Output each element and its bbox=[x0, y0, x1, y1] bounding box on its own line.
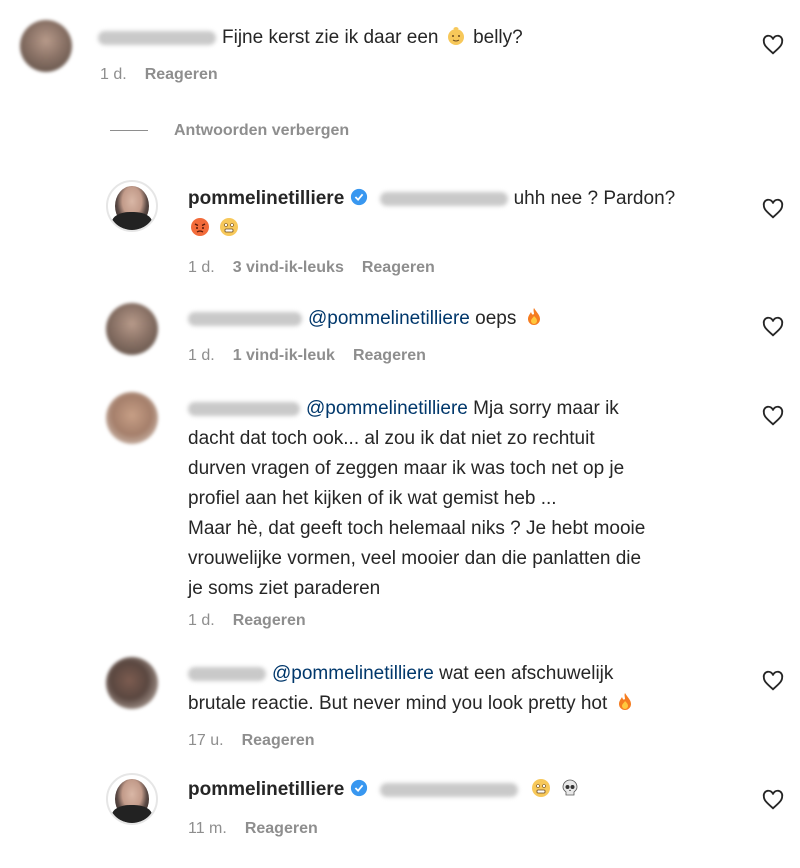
comment-text-line-2: dacht dat toch ook... al zou ik dat niet… bbox=[188, 428, 595, 449]
mention-link[interactable]: @pommelinetilliere bbox=[272, 663, 434, 684]
heart-outline-icon[interactable] bbox=[762, 198, 784, 220]
grimace-face-emoji-icon bbox=[531, 779, 550, 797]
comment-text-line-7: je soms ziet paraderen bbox=[188, 578, 381, 599]
comment-text: @pommelinetilliere oeps bbox=[188, 304, 546, 334]
avatar[interactable] bbox=[106, 657, 158, 709]
comment-text-line-2: brutale reactie. But never mind you look… bbox=[188, 689, 637, 719]
avatar[interactable] bbox=[106, 773, 158, 825]
comment-meta: 1 d. 3 vind-ik-leuks Reageren bbox=[188, 259, 453, 277]
verified-badge-icon bbox=[351, 188, 368, 206]
comment-meta: 1 d. 1 vind-ik-leuk Reageren bbox=[188, 347, 444, 365]
timestamp: 11 m. bbox=[188, 820, 227, 837]
reply-3: @pommelinetilliere Mja sorry maar ik dac… bbox=[0, 390, 800, 640]
fire-emoji-icon bbox=[618, 693, 631, 710]
reply-button[interactable]: Reageren bbox=[245, 820, 318, 837]
avatar[interactable] bbox=[20, 20, 72, 72]
fire-emoji-icon bbox=[527, 308, 540, 325]
avatar-body bbox=[112, 212, 152, 230]
mention-link[interactable]: @pommelinetilliere bbox=[306, 398, 468, 419]
avatar-body bbox=[112, 805, 152, 823]
reply-button[interactable]: Reageren bbox=[242, 732, 315, 749]
comment-text: pommelinetilliere bbox=[188, 775, 582, 805]
avatar[interactable] bbox=[106, 392, 158, 444]
comment-text-line-1: @pommelinetilliere Mja sorry maar ik bbox=[188, 394, 619, 424]
comment-text-line-3: durven vragen of zeggen maar ik was toch… bbox=[188, 458, 625, 479]
comment-text-line-6: vrouwelijke vormen, veel mooier dan die … bbox=[188, 548, 642, 569]
grimace-face-emoji-icon bbox=[220, 218, 239, 236]
likes-count[interactable]: 3 vind-ik-leuks bbox=[233, 259, 344, 276]
heart-outline-icon[interactable] bbox=[762, 789, 784, 811]
baby-face-emoji-icon bbox=[447, 27, 464, 45]
comment-text-line-4: profiel aan het kijken of ik wat gemist … bbox=[188, 488, 557, 509]
avatar[interactable] bbox=[106, 180, 158, 232]
timestamp: 17 u. bbox=[188, 732, 224, 749]
timestamp: 1 d. bbox=[188, 259, 215, 276]
heart-outline-icon[interactable] bbox=[762, 316, 784, 338]
timestamp: 1 d. bbox=[100, 66, 127, 83]
comment-text: pommelinetilliere uhh nee ? Pardon? bbox=[188, 188, 676, 209]
blurred-mention[interactable] bbox=[379, 191, 508, 206]
timestamp: 1 d. bbox=[188, 612, 215, 629]
likes-count[interactable]: 1 vind-ik-leuk bbox=[233, 347, 335, 364]
heart-outline-icon[interactable] bbox=[762, 34, 784, 56]
timestamp: 1 d. bbox=[188, 347, 215, 364]
reply-2: @pommelinetilliere oeps 1 d. 1 vind-ik-le… bbox=[0, 295, 800, 380]
verified-badge-icon bbox=[351, 779, 368, 797]
blurred-username[interactable] bbox=[188, 401, 300, 416]
comment-meta: 1 d. Reageren bbox=[188, 612, 324, 630]
username[interactable]: pommelinetilliere bbox=[188, 779, 344, 800]
comment-text: Fijne kerst zie ik daar een belly? bbox=[98, 23, 523, 53]
blurred-username[interactable] bbox=[98, 30, 216, 45]
reply-button[interactable]: Reageren bbox=[353, 347, 426, 364]
mention-link[interactable]: @pommelinetilliere bbox=[308, 308, 470, 329]
reply-4: @pommelinetilliere wat een afschuwelijk … bbox=[0, 655, 800, 760]
heart-outline-icon[interactable] bbox=[762, 405, 784, 427]
comment-1: Fijne kerst zie ik daar een belly? 1 d. R… bbox=[0, 0, 800, 100]
comment-text-line-1: @pommelinetilliere wat een afschuwelijk bbox=[188, 659, 613, 689]
username[interactable]: pommelinetilliere bbox=[188, 188, 344, 209]
angry-face-emoji-icon bbox=[191, 218, 209, 236]
blurred-username[interactable] bbox=[188, 311, 302, 326]
avatar[interactable] bbox=[106, 303, 158, 355]
blurred-mention[interactable] bbox=[379, 782, 518, 797]
reply-button[interactable]: Reageren bbox=[233, 612, 306, 629]
hide-replies-button[interactable]: Antwoorden verbergen bbox=[110, 122, 349, 140]
skull-emoji-icon bbox=[562, 779, 578, 796]
reply-button[interactable]: Reageren bbox=[145, 66, 218, 83]
comment-meta: 17 u. Reageren bbox=[188, 732, 333, 750]
divider bbox=[110, 130, 148, 132]
blurred-username[interactable] bbox=[188, 666, 266, 681]
comment-text-line-5: Maar hè, dat geeft toch helemaal niks ? … bbox=[188, 518, 646, 539]
reply-1: pommelinetilliere uhh nee ? Pardon? 1 d.… bbox=[0, 170, 800, 290]
comment-meta: 11 m. Reageren bbox=[188, 820, 336, 838]
heart-outline-icon[interactable] bbox=[762, 670, 784, 692]
comment-emojis bbox=[188, 214, 241, 244]
reply-button[interactable]: Reageren bbox=[362, 259, 435, 276]
reply-5: pommelinetilliere 11 m. Reageren bbox=[0, 765, 800, 865]
comment-meta: 1 d. Reageren bbox=[100, 66, 236, 84]
